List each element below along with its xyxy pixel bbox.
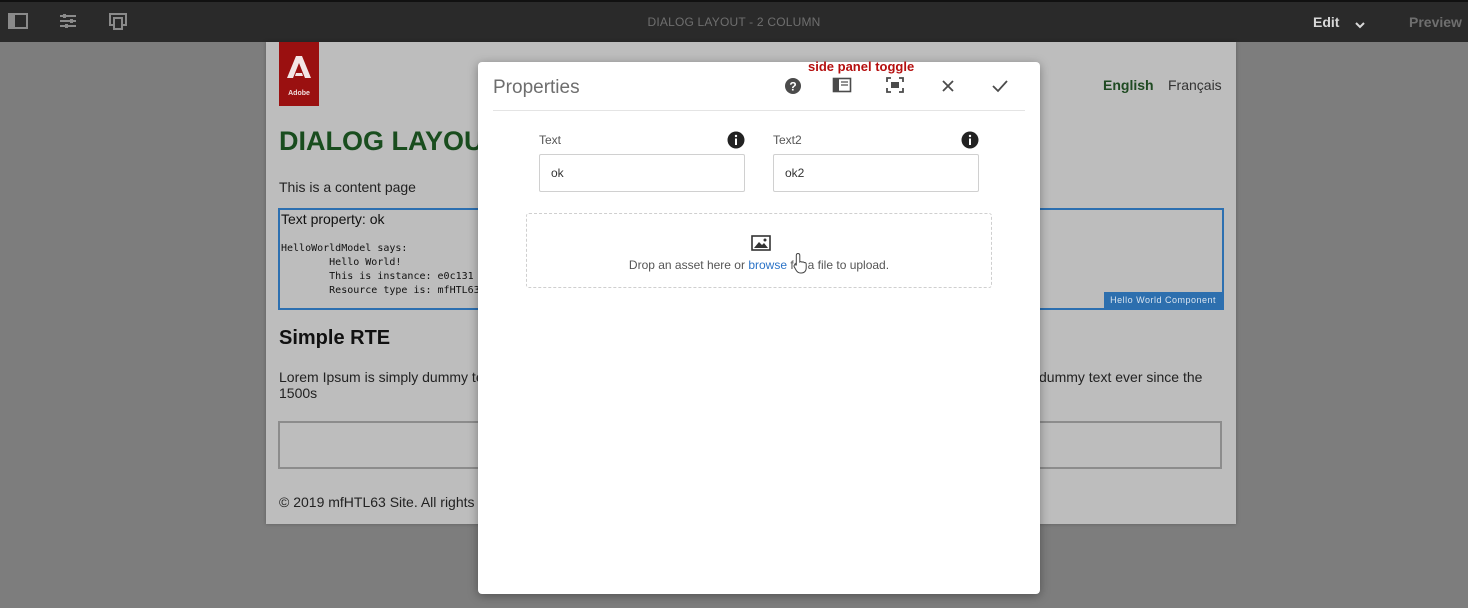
info-icon[interactable] — [961, 131, 979, 154]
lorem-text-right: dummy text ever since the — [1039, 369, 1203, 385]
properties-dialog: Properties side panel toggle ? Text Text… — [478, 59, 1040, 594]
text2-field-label: Text2 — [773, 133, 802, 147]
lorem-line-1: Lorem Ipsum is simply dummy te — [279, 369, 484, 385]
dropzone-text-before: Drop an asset here or — [628, 258, 749, 272]
page-title-bar: DIALOG LAYOUT - 2 COLUMN — [647, 15, 821, 29]
close-icon[interactable] — [938, 76, 962, 98]
lorem-text: Lorem Ipsum is simply dummy te 1500s — [279, 369, 484, 401]
dropzone-text: Drop an asset here or browse for a file … — [527, 258, 991, 272]
footer-text: © 2019 mfHTL63 Site. All rights — [279, 494, 475, 510]
browse-link[interactable]: browse — [748, 258, 787, 272]
chevron-down-icon[interactable] — [1355, 16, 1365, 34]
content-text: This is a content page — [279, 179, 416, 195]
edit-mode-button[interactable]: Edit — [1313, 14, 1339, 30]
side-panel-toggle-icon[interactable] — [832, 76, 856, 98]
text2-input[interactable] — [773, 154, 979, 192]
hand-pointer-cursor-icon — [793, 252, 809, 279]
fullscreen-icon[interactable] — [885, 76, 909, 98]
text-property: Text property: ok — [281, 211, 385, 227]
rte-heading: Simple RTE — [279, 327, 391, 349]
asset-dropzone[interactable]: Drop an asset here or browse for a file … — [526, 213, 992, 288]
image-icon — [751, 235, 771, 256]
svg-text:?: ? — [789, 80, 796, 94]
component-badge: Hello World Component — [1104, 292, 1222, 308]
dialog-header-divider — [493, 110, 1025, 111]
help-icon[interactable]: ? — [783, 76, 807, 98]
lorem-line-2: 1500s — [279, 385, 318, 401]
logo-text: Adobe — [288, 90, 310, 97]
hello-world-output: HelloWorldModel says: Hello World! This … — [281, 243, 480, 296]
language-link-english[interactable]: English — [1103, 77, 1154, 93]
language-link-francais[interactable]: Français — [1168, 77, 1222, 93]
preview-button[interactable]: Preview — [1409, 14, 1462, 30]
side-panel-toggle-annotation: side panel toggle — [808, 59, 915, 74]
page-heading: DIALOG LAYOU — [279, 126, 484, 156]
info-icon[interactable] — [727, 131, 745, 154]
editor-toolbar: DIALOG LAYOUT - 2 COLUMN Edit Preview — [0, 0, 1468, 42]
adobe-logo[interactable]: Adobe — [279, 42, 319, 106]
dialog-title: Properties — [493, 77, 580, 98]
done-check-icon[interactable] — [990, 76, 1014, 98]
text-field-label: Text — [539, 133, 562, 147]
text-input[interactable] — [539, 154, 745, 192]
